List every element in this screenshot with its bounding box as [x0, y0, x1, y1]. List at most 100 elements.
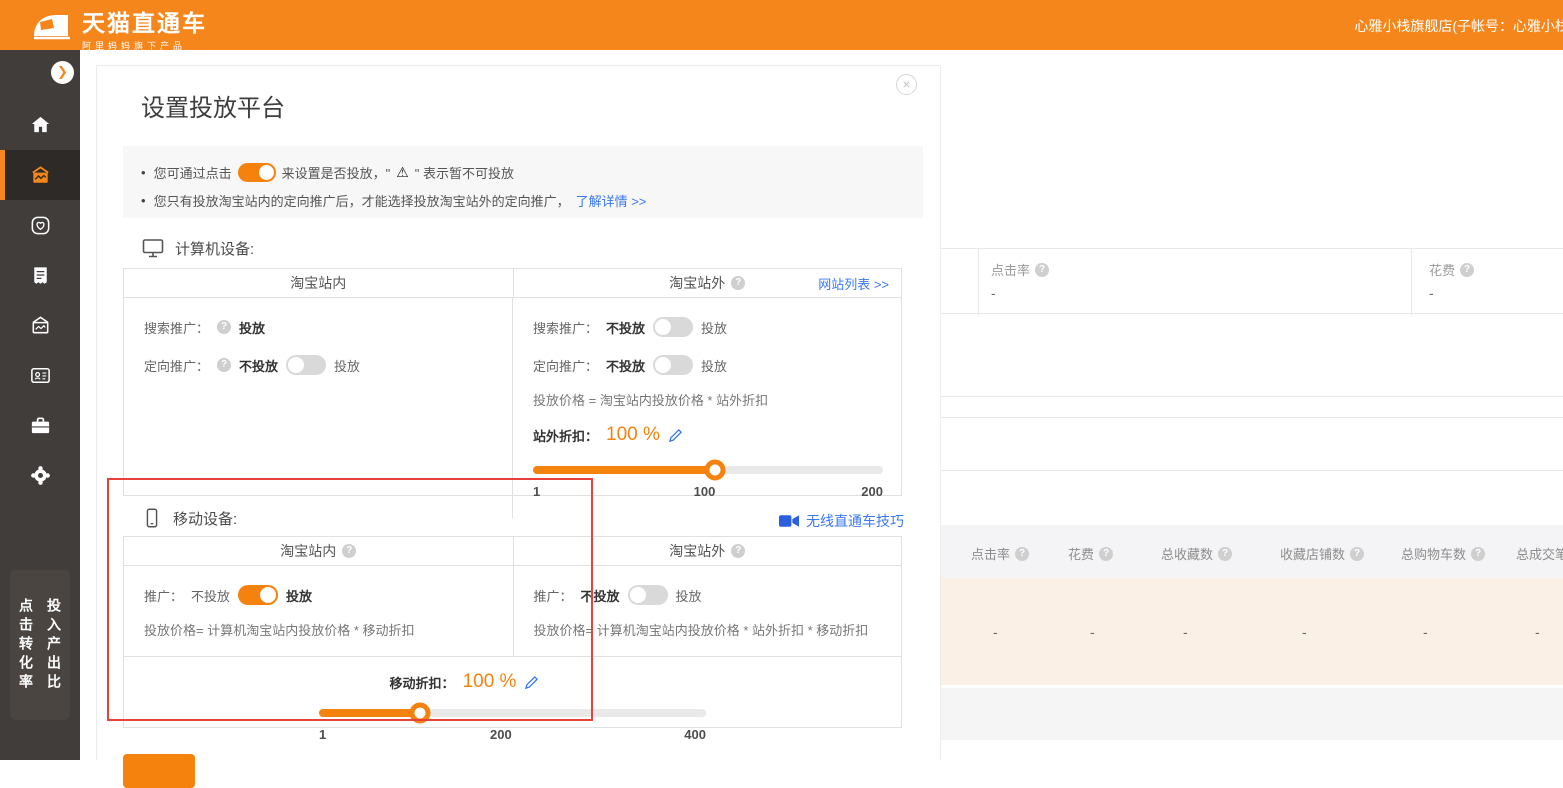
target-toggle[interactable]	[653, 355, 693, 375]
table-row-empty	[941, 688, 1563, 740]
sidebar-item-home[interactable]	[0, 99, 80, 149]
metric-clickrate-label: 点击转化率	[16, 598, 36, 720]
sidebar-item-account-card[interactable]	[0, 350, 80, 400]
help-icon[interactable]: ?	[342, 544, 356, 558]
search-toggle[interactable]	[653, 317, 693, 337]
close-icon[interactable]: ×	[896, 74, 917, 95]
row-label: 推广：	[144, 586, 183, 605]
slider-handle[interactable]	[705, 460, 726, 481]
computer-outer-header: 淘宝站外 ? 网站列表 >>	[513, 269, 902, 297]
warning-icon: ⚠	[396, 164, 409, 181]
computer-inner-header: 淘宝站内	[124, 269, 513, 297]
mobile-discount-slider[interactable]	[319, 709, 706, 717]
sidebar-item-helm[interactable]	[0, 450, 80, 500]
sidebar-nav: ❯	[0, 50, 80, 760]
section-title: 移动设备:	[173, 508, 237, 529]
row-label: 推广：	[534, 586, 573, 605]
video-camera-icon	[779, 514, 800, 528]
computer-outer-cell: 搜索推广： 不投放 投放 定向推广： 不投放 投放 投放价格 = 淘宝站内投放价…	[512, 298, 901, 518]
example-toggle	[238, 163, 276, 182]
help-icon[interactable]: ?	[1099, 547, 1113, 561]
computer-platform-table: 淘宝站内 淘宝站外 ? 网站列表 >> 搜索推广： ? 投放 定向推广： ? 不…	[123, 268, 902, 496]
target-promo-row: 定向推广： ? 不投放 投放	[144, 352, 492, 378]
help-icon[interactable]: ?	[1460, 263, 1474, 277]
column-header: 总收藏数?	[1161, 544, 1232, 563]
column-label: 花费	[1068, 544, 1094, 563]
divider	[932, 417, 1563, 418]
column-header: 总购物车数?	[1401, 544, 1485, 563]
receipt-icon	[29, 264, 52, 287]
platform-settings-modal: 设置投放平台 × • 您可通过点击 来设置是否投放，"⚠" 表示暂不可投放 • …	[96, 65, 941, 760]
sidebar-metric-panel[interactable]: 点击转化率 投入产出比	[10, 570, 70, 720]
stat-clickrate-label: 点击率 ?	[991, 260, 1049, 279]
column-label: 总收藏数	[1161, 544, 1213, 563]
column-label: 总购物车数	[1401, 544, 1466, 563]
column-header: 收藏店铺数?	[1280, 544, 1364, 563]
cell-value: -	[993, 624, 998, 640]
site-list-link[interactable]: 网站列表 >>	[818, 274, 889, 293]
row-label: 定向推广：	[533, 356, 598, 375]
mobile-section-heading: 移动设备:	[141, 506, 237, 530]
help-icon[interactable]: ?	[731, 276, 745, 290]
wireless-tips-text[interactable]: 无线直通车技巧	[806, 511, 904, 531]
help-icon[interactable]: ?	[217, 320, 231, 334]
scale-max: 400	[684, 727, 706, 742]
stat-label-text: 花费	[1429, 260, 1455, 279]
scale-min: 1	[533, 484, 540, 499]
app-logo[interactable]: 天猫直通车 阿里妈妈旗下产品	[28, 4, 207, 52]
help-icon[interactable]: ?	[1218, 547, 1232, 561]
help-icon[interactable]: ?	[731, 544, 745, 558]
mobile-platform-table: 淘宝站内 ? 淘宝站外 ? 推广： 不投放 投放 投放价格= 计算机淘宝站内投放…	[123, 536, 902, 728]
help-icon[interactable]: ?	[1350, 547, 1364, 561]
divider	[978, 249, 979, 315]
sidebar-expand-button[interactable]: ❯	[51, 61, 74, 84]
learn-more-link[interactable]: 了解详情 >>	[576, 191, 647, 210]
help-icon[interactable]: ?	[1471, 547, 1485, 561]
slider-fill	[319, 709, 420, 717]
app-header: 天猫直通车 阿里妈妈旗下产品 心雅小栈旗舰店(子帐号：心雅小栈	[0, 0, 1563, 50]
heart-badge-icon	[29, 214, 52, 237]
train-logo-icon	[28, 8, 74, 48]
target-toggle[interactable]	[286, 355, 326, 375]
background-table-header: 点击率? 花费? 总收藏数? 收藏店铺数? 总购物车数? 总成交笔	[941, 525, 1563, 578]
edit-pencil-icon[interactable]	[524, 675, 539, 690]
scale-max: 200	[861, 484, 883, 499]
help-icon[interactable]: ?	[1035, 263, 1049, 277]
mobile-inner-toggle[interactable]	[238, 585, 278, 605]
tip-line-2: • 您只有投放淘宝站内的定向推广后，才能选择投放淘宝站外的定向推广， 了解详情 …	[141, 186, 905, 214]
help-icon[interactable]: ?	[217, 358, 231, 372]
help-icon[interactable]: ?	[1015, 547, 1029, 561]
wireless-tips-link[interactable]: 无线直通车技巧	[779, 511, 904, 531]
promo-row: 推广： 不投放 投放	[144, 582, 493, 608]
phone-icon	[141, 506, 163, 530]
row-label: 搜索推广：	[533, 318, 598, 337]
sidebar-item-campaign[interactable]	[0, 150, 80, 200]
mobile-outer-toggle[interactable]	[628, 585, 668, 605]
slider-handle[interactable]	[409, 703, 430, 724]
state-off-text: 不投放	[606, 356, 645, 375]
sidebar-item-favorites[interactable]	[0, 200, 80, 250]
search-promo-row: 搜索推广： 不投放 投放	[533, 314, 881, 340]
tip-line-1: • 您可通过点击 来设置是否投放，"⚠" 表示暂不可投放	[141, 158, 905, 186]
column-label: 收藏店铺数	[1280, 544, 1345, 563]
sidebar-item-tools[interactable]	[0, 400, 80, 450]
sidebar-item-report[interactable]	[0, 250, 80, 300]
slider-scale: 1 200 400	[319, 727, 706, 745]
sidebar-item-creative[interactable]	[0, 300, 80, 350]
row-label: 搜索推广：	[144, 318, 209, 337]
state-off-text: 不投放	[581, 586, 620, 605]
outer-price-formula: 投放价格= 计算机淘宝站内投放价格 * 站外折扣 * 移动折扣	[534, 620, 882, 642]
column-label: 点击率	[971, 544, 1010, 563]
confirm-button[interactable]	[123, 754, 195, 788]
account-name[interactable]: 心雅小栈旗舰店(子帐号：心雅小栈	[1354, 16, 1563, 36]
helm-icon	[29, 464, 52, 487]
logo-subtitle: 阿里妈妈旗下产品	[82, 39, 207, 52]
row-label: 定向推广：	[144, 356, 209, 375]
scale-min: 1	[319, 727, 326, 742]
modal-title: 设置投放平台	[141, 88, 285, 123]
stat-cost-label: 花费 ?	[1429, 260, 1474, 279]
computer-section-heading: 计算机设备:	[141, 236, 254, 260]
edit-pencil-icon[interactable]	[668, 428, 683, 443]
offsite-discount-slider[interactable]	[533, 466, 883, 474]
divider	[932, 470, 1563, 471]
